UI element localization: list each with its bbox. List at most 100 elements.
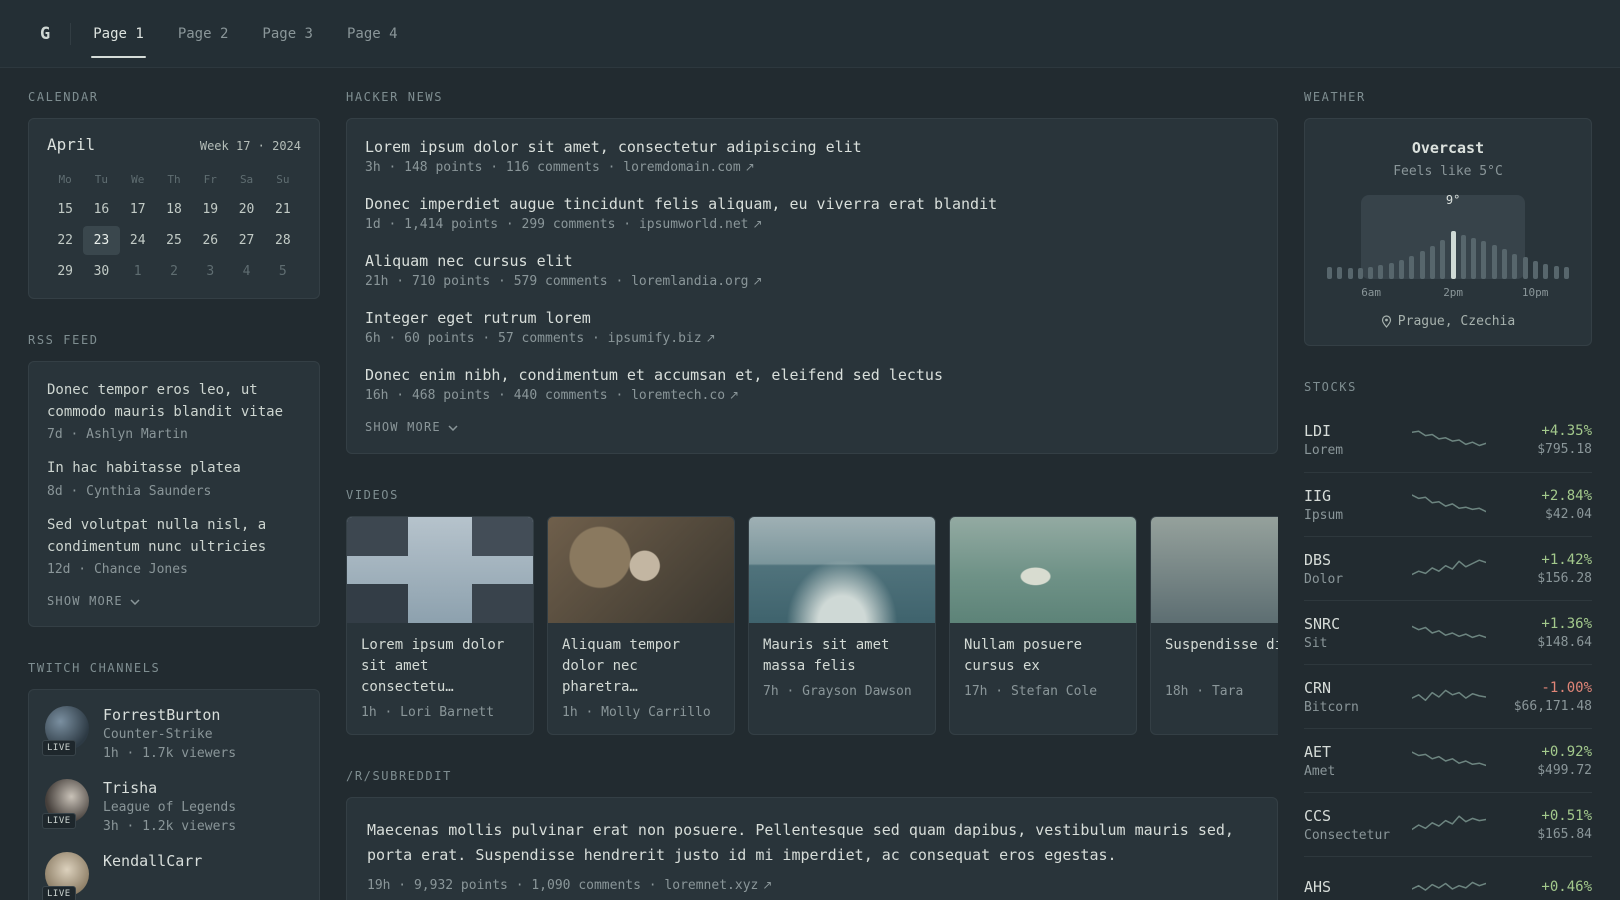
weather-bar xyxy=(1471,238,1477,279)
stock-row[interactable]: IIG Ipsum +2.84% $42.04 xyxy=(1304,472,1592,536)
stock-change: +4.35% xyxy=(1541,423,1592,439)
stock-values: +4.35% $795.18 xyxy=(1500,423,1592,457)
stock-row[interactable]: SNRC Sit +1.36% $148.64 xyxy=(1304,600,1592,664)
calendar-day-next-month: 2 xyxy=(170,264,178,279)
video-card[interactable]: Suspendisse diam 18h · Tara xyxy=(1150,516,1278,735)
live-badge: LIVE xyxy=(42,740,76,757)
video-thumbnail[interactable] xyxy=(548,517,734,623)
video-thumbnail[interactable] xyxy=(347,517,533,623)
hackernews-item-domain-link[interactable]: ipsumworld.net xyxy=(639,217,749,232)
hackernews-item-domain-link[interactable]: loremlandia.org xyxy=(631,274,748,289)
weather-bar xyxy=(1491,245,1497,279)
stock-row[interactable]: CCS Consectetur +0.51% $165.84 xyxy=(1304,792,1592,856)
weather-bar xyxy=(1460,235,1466,279)
twitch-channel-meta: 3h · 1.2k viewers xyxy=(103,819,237,835)
stock-sparkline xyxy=(1398,748,1500,774)
hackernews-item-meta: 1d · 1,414 points · 299 comments · ipsum… xyxy=(365,217,1259,232)
stock-id: CCS Consectetur xyxy=(1304,807,1398,843)
hackernews-item: Lorem ipsum dolor sit amet, consectetur … xyxy=(365,138,1259,175)
current-temp-label: 9° xyxy=(1445,193,1461,207)
calendar-grid: Mo Tu We Th Fr Sa Su 15 16 17 18 19 20 2… xyxy=(47,166,301,286)
hackernews-item: Donec enim nibh, condimentum et accumsan… xyxy=(365,366,1259,403)
subreddit-post-meta: 19h · 9,932 points · 1,090 comments · lo… xyxy=(367,878,1257,893)
rss-item: Sed volutpat nulla nisl, a condimentum n… xyxy=(47,515,301,577)
stock-row[interactable]: AHS +0.46% xyxy=(1304,856,1592,900)
video-title[interactable]: Aliquam tempor dolor nec pharetra… xyxy=(562,635,720,698)
twitch-channel-row[interactable]: LIVE KendallCarr xyxy=(42,852,303,900)
weather-time-axis: 6am 2pm 10pm xyxy=(1325,286,1571,301)
video-card[interactable]: Lorem ipsum dolor sit amet consectetu… 1… xyxy=(346,516,534,735)
hackernews-item-title[interactable]: Donec enim nibh, condimentum et accumsan… xyxy=(365,366,1259,384)
calendar-day-next-month: 4 xyxy=(242,264,251,279)
twitch-channel-info: Trisha League of Legends 3h · 1.2k viewe… xyxy=(103,779,236,834)
video-thumbnail[interactable] xyxy=(749,517,935,623)
rss-item-title[interactable]: Donec tempor eros leo, ut commodo mauris… xyxy=(47,380,301,423)
tab-page-1[interactable]: Page 1 xyxy=(91,20,146,58)
video-card[interactable]: Mauris sit amet massa felis 7h · Grayson… xyxy=(748,516,936,735)
hackernews-item-domain-link[interactable]: ipsumify.biz xyxy=(608,331,702,346)
twitch-channel-row[interactable]: LIVE ForrestBurton Counter-Strike 1h · 1… xyxy=(42,706,303,761)
weather-bar xyxy=(1450,231,1456,279)
stock-change: -1.00% xyxy=(1541,679,1592,696)
hackernews-item-title[interactable]: Lorem ipsum dolor sit amet, consectetur … xyxy=(365,138,1259,156)
tab-page-3[interactable]: Page 3 xyxy=(260,20,315,48)
stock-sparkline xyxy=(1398,620,1500,646)
subreddit-post-domain-link[interactable]: loremnet.xyz xyxy=(664,878,758,893)
avatar: LIVE xyxy=(42,852,89,900)
stock-values: +0.46% xyxy=(1500,879,1592,898)
weather-feels-like: Feels like 5°C xyxy=(1393,164,1503,179)
stock-price: $42.04 xyxy=(1545,506,1592,522)
stock-row[interactable]: CRN Bitcorn -1.00% $66,171.48 xyxy=(1304,664,1592,728)
twitch-channel-row[interactable]: LIVE Trisha League of Legends 3h · 1.2k … xyxy=(42,779,303,834)
rss-item-title[interactable]: In hac habitasse platea xyxy=(47,458,301,480)
hackernews-item-title[interactable]: Aliquam nec cursus elit xyxy=(365,252,1259,270)
video-thumbnail[interactable] xyxy=(950,517,1136,623)
calendar-day: 25 xyxy=(166,233,182,248)
app-logo[interactable]: G xyxy=(40,24,50,44)
hackernews-item: Donec imperdiet augue tincidunt felis al… xyxy=(365,195,1259,232)
weather-bar xyxy=(1327,267,1332,279)
stock-row[interactable]: LDI Lorem +4.35% $795.18 xyxy=(1304,408,1592,472)
twitch-channel-info: KendallCarr xyxy=(103,852,202,870)
rss-show-more-button[interactable]: SHOW MORE xyxy=(47,594,140,608)
stock-name: Amet xyxy=(1304,763,1336,779)
stock-id: CRN Bitcorn xyxy=(1304,679,1398,715)
stock-sparkline xyxy=(1398,876,1500,900)
video-title[interactable]: Lorem ipsum dolor sit amet consectetu… xyxy=(361,635,519,698)
weather-bar xyxy=(1563,267,1569,279)
video-title[interactable]: Nullam posuere cursus ex xyxy=(964,635,1122,677)
subreddit-widget-title: /R/SUBREDDIT xyxy=(346,769,452,783)
stock-id: SNRC Sit xyxy=(1304,615,1398,651)
calendar-widget: CALENDAR April Week 17 · 2024 Mo Tu We T… xyxy=(28,90,320,299)
subreddit-post-title[interactable]: Maecenas mollis pulvinar erat non posuer… xyxy=(367,818,1257,868)
weather-condition: Overcast xyxy=(1411,139,1485,157)
hackernews-item-domain-link[interactable]: loremdomain.com xyxy=(623,160,740,175)
twitch-channel-name[interactable]: KendallCarr xyxy=(103,852,202,870)
twitch-channel-name[interactable]: ForrestBurton xyxy=(103,706,236,724)
video-thumbnail[interactable] xyxy=(1151,517,1278,623)
twitch-channel-name[interactable]: Trisha xyxy=(103,779,236,797)
external-link-icon: ↗ xyxy=(744,160,755,174)
video-title[interactable]: Mauris sit amet massa felis xyxy=(763,635,921,677)
weather-bar xyxy=(1388,263,1394,279)
rss-item-title[interactable]: Sed volutpat nulla nisl, a condimentum n… xyxy=(47,515,301,558)
tab-page-4[interactable]: Page 4 xyxy=(345,20,400,48)
hackernews-item-title[interactable]: Donec imperdiet augue tincidunt felis al… xyxy=(365,195,1259,213)
stock-row[interactable]: AET Amet +0.92% $499.72 xyxy=(1304,728,1592,792)
video-title[interactable]: Suspendisse diam xyxy=(1165,635,1278,677)
calendar-day-next-month: 1 xyxy=(133,264,142,279)
hackernews-item-title[interactable]: Integer eget rutrum lorem xyxy=(365,309,1259,327)
hackernews-item-domain-link[interactable]: loremtech.co xyxy=(631,388,725,403)
video-card[interactable]: Aliquam tempor dolor nec pharetra… 1h · … xyxy=(547,516,735,735)
hackernews-show-more-button[interactable]: SHOW MORE xyxy=(365,420,458,434)
video-card[interactable]: Nullam posuere cursus ex 17h · Stefan Co… xyxy=(949,516,1137,735)
stock-sparkline xyxy=(1398,427,1500,453)
meta-text: 3h · 148 points · 116 comments · xyxy=(365,160,616,175)
calendar-day: 18 xyxy=(166,202,182,217)
tab-page-2[interactable]: Page 2 xyxy=(176,20,231,48)
external-link-icon: ↗ xyxy=(705,331,716,345)
subreddit-widget: /R/SUBREDDIT Maecenas mollis pulvinar er… xyxy=(346,769,1278,900)
stock-row[interactable]: DBS Dolor +1.42% $156.28 xyxy=(1304,536,1592,600)
video-meta: 1h · Molly Carrillo xyxy=(562,705,711,720)
meta-text: 19h · 9,932 points · 1,090 comments · xyxy=(367,877,657,893)
